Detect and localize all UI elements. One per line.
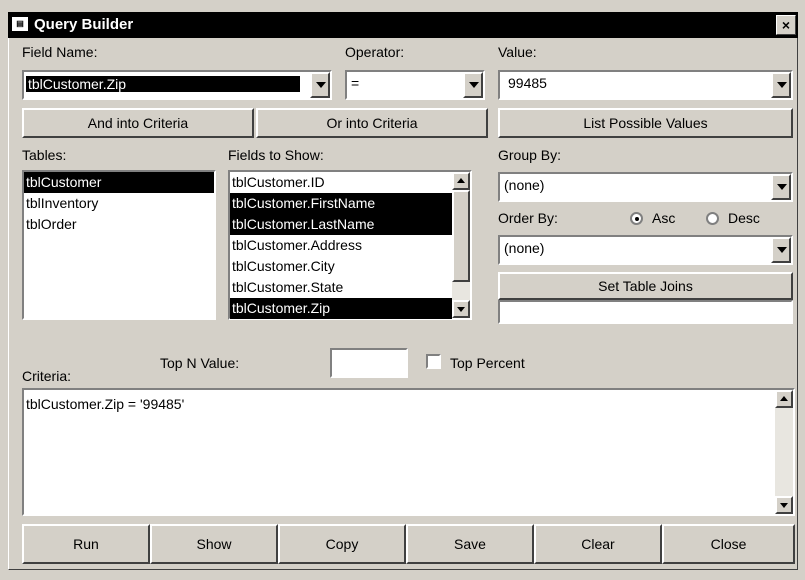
close-button[interactable]: Close [662, 524, 795, 564]
run-button[interactable]: Run [22, 524, 150, 564]
scroll-up-icon[interactable] [775, 390, 793, 408]
tables-list-item[interactable]: tblInventory [24, 193, 214, 214]
tables-label: Tables: [22, 147, 67, 163]
show-button[interactable]: Show [150, 524, 278, 564]
copy-button[interactable]: Copy [278, 524, 406, 564]
fields-list-item[interactable]: tblCustomer.City [230, 256, 452, 277]
set-table-joins-button[interactable]: Set Table Joins [498, 272, 793, 300]
order-by-value: (none) [504, 240, 545, 256]
scroll-thumb[interactable] [452, 190, 470, 282]
title-bar: ▤ Query Builder × [8, 12, 798, 38]
operator-label: Operator: [345, 44, 405, 60]
fields-list-item[interactable]: tblCustomer.State [230, 277, 452, 298]
scroll-down-icon[interactable] [452, 300, 470, 318]
top-percent-label: Top Percent [450, 355, 525, 371]
fields-to-show-label: Fields to Show: [228, 147, 324, 163]
fields-list-item[interactable]: tblCustomer.LastName [230, 214, 452, 235]
joins-field[interactable] [498, 300, 793, 324]
tables-list[interactable]: tblCustomer tblInventory tblOrder [22, 170, 216, 320]
clear-button[interactable]: Clear [534, 524, 662, 564]
criteria-textarea[interactable]: tblCustomer.Zip = '99485' [22, 388, 795, 516]
chevron-down-icon[interactable] [771, 72, 791, 98]
asc-label: Asc [652, 210, 676, 226]
criteria-label: Criteria: [22, 368, 72, 384]
scroll-up-icon[interactable] [452, 172, 470, 190]
fields-to-show-list[interactable]: tblCustomer.ID tblCustomer.FirstName tblCu… [228, 170, 472, 320]
tables-list-item[interactable]: tblOrder [24, 214, 214, 235]
save-button[interactable]: Save [406, 524, 534, 564]
order-by-combo[interactable]: (none) [498, 235, 793, 265]
fields-list-item[interactable]: tblCustomer.FirstName [230, 193, 452, 214]
chevron-down-icon[interactable] [310, 72, 330, 98]
field-name-combo[interactable]: tblCustomer.Zip [22, 70, 332, 100]
order-by-label: Order By: [498, 210, 558, 226]
group-by-value: (none) [504, 177, 545, 193]
or-into-criteria-button[interactable]: Or into Criteria [256, 108, 488, 138]
and-into-criteria-button[interactable]: And into Criteria [22, 108, 254, 138]
window-title: Query Builder [34, 16, 134, 33]
fields-scrollbar[interactable] [452, 172, 470, 318]
close-icon[interactable]: × [776, 15, 796, 35]
criteria-scrollbar[interactable] [775, 390, 793, 514]
scroll-down-icon[interactable] [775, 496, 793, 514]
field-name-value: tblCustomer.Zip [26, 76, 300, 92]
form-icon: ▤ [12, 17, 28, 31]
fields-list-item[interactable]: tblCustomer.Address [230, 235, 452, 256]
top-percent-checkbox[interactable] [426, 354, 441, 369]
tables-list-item[interactable]: tblCustomer [24, 172, 214, 193]
operator-value: = [351, 75, 360, 91]
chevron-down-icon[interactable] [771, 237, 791, 263]
chevron-down-icon[interactable] [771, 174, 791, 200]
desc-radio[interactable] [706, 212, 719, 225]
fields-list-item[interactable]: tblCustomer.Zip [230, 298, 452, 319]
chevron-down-icon[interactable] [463, 72, 483, 98]
criteria-text: tblCustomer.Zip = '99485' [26, 396, 185, 412]
value-combo[interactable]: 99485 [498, 70, 793, 100]
fields-list-item[interactable]: tblCustomer.ID [230, 172, 452, 193]
operator-combo[interactable]: = [345, 70, 485, 100]
asc-radio[interactable] [630, 212, 643, 225]
group-by-label: Group By: [498, 147, 562, 163]
top-n-input[interactable] [330, 348, 408, 378]
top-n-label: Top N Value: [160, 355, 240, 371]
group-by-combo[interactable]: (none) [498, 172, 793, 202]
value-label: Value: [498, 44, 537, 60]
list-possible-values-button[interactable]: List Possible Values [498, 108, 793, 138]
field-name-label: Field Name: [22, 44, 98, 60]
desc-label: Desc [728, 210, 760, 226]
value-value: 99485 [508, 75, 547, 91]
